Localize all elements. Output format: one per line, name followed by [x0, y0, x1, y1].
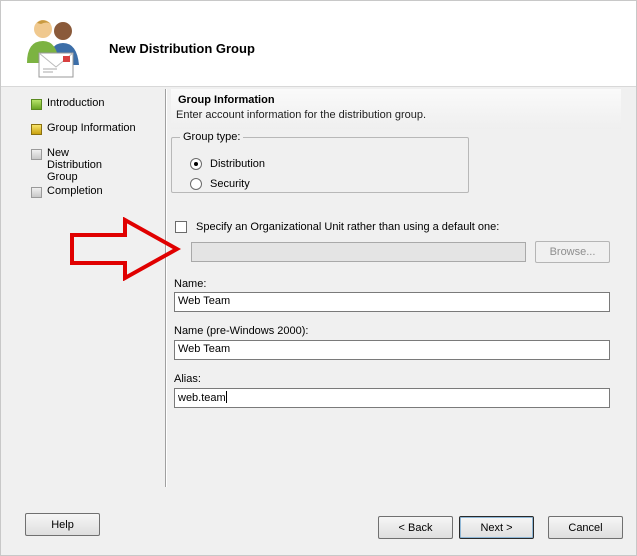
group-type-legend: Group type:	[180, 131, 244, 143]
users-mail-icon	[19, 15, 91, 81]
step-label: New Distribution Group	[47, 147, 103, 183]
step-pending-icon	[31, 187, 42, 198]
browse-button: Browse...	[535, 241, 610, 263]
next-button[interactable]: Next >	[459, 516, 534, 539]
text-caret	[225, 391, 227, 403]
wizard-header: New Distribution Group	[1, 1, 636, 87]
wizard-window: New Distribution Group Introduction Grou…	[0, 0, 637, 556]
radio-selected-icon[interactable]	[190, 158, 202, 170]
right-arrow-icon	[69, 216, 182, 282]
step-pending-icon	[31, 149, 42, 160]
section-header: Group Information Enter account informat…	[171, 89, 621, 129]
vertical-divider	[165, 89, 167, 487]
ou-checkbox-label: Specify an Organizational Unit rather th…	[196, 221, 500, 233]
pre2000-input[interactable]: Web Team	[174, 340, 610, 360]
step-completion: Completion	[31, 185, 159, 198]
ou-checkbox-row[interactable]: Specify an Organizational Unit rather th…	[175, 221, 499, 233]
step-new-distribution-group: New Distribution Group	[31, 147, 121, 183]
wizard-title: New Distribution Group	[109, 41, 255, 56]
step-group-information: Group Information	[31, 122, 159, 135]
step-introduction: Introduction	[31, 97, 159, 110]
pre2000-label: Name (pre-Windows 2000):	[174, 325, 309, 337]
radio-label: Security	[210, 178, 250, 190]
step-label: Group Information	[47, 122, 136, 134]
step-current-icon	[31, 124, 42, 135]
alias-input[interactable]: web.team	[174, 388, 610, 408]
section-description: Enter account information for the distri…	[176, 109, 427, 121]
step-label: Introduction	[47, 97, 105, 109]
group-type-box: Group type: Distribution Security	[171, 131, 469, 193]
section-title: Group Information	[178, 94, 275, 106]
help-button[interactable]: Help	[25, 513, 100, 536]
back-button[interactable]: < Back	[378, 516, 453, 539]
ou-path-field	[191, 242, 526, 262]
radio-unselected-icon[interactable]	[190, 178, 202, 190]
cancel-button[interactable]: Cancel	[548, 516, 623, 539]
step-label: Completion	[47, 185, 103, 197]
radio-label: Distribution	[210, 158, 266, 170]
step-complete-icon	[31, 99, 42, 110]
name-input[interactable]: Web Team	[174, 292, 610, 312]
radio-security[interactable]: Security	[190, 178, 250, 190]
alias-label: Alias:	[174, 373, 201, 385]
radio-distribution[interactable]: Distribution	[190, 158, 265, 170]
alias-value: web.team	[178, 392, 226, 404]
content-pane: Group Information Enter account informat…	[171, 89, 621, 487]
